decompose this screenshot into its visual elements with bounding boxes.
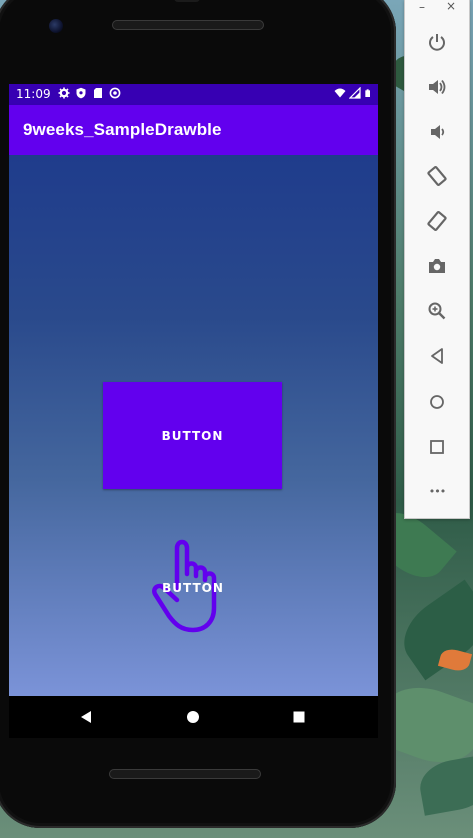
shield-icon	[76, 87, 86, 99]
back-icon	[81, 711, 91, 723]
power-icon	[429, 34, 445, 51]
primary-button[interactable]: BUTTON	[103, 382, 282, 489]
status-time: 11:09	[16, 87, 51, 101]
recents-icon	[293, 711, 305, 723]
volume-up-icon	[429, 79, 446, 95]
top-slot	[174, 0, 200, 2]
nav-home-button[interactable]	[183, 707, 203, 727]
close-button[interactable]: ×	[446, 0, 456, 13]
power-button[interactable]	[423, 28, 451, 56]
toolbar-overview-button[interactable]	[423, 433, 451, 461]
earpiece-speaker	[112, 20, 264, 30]
home-icon	[187, 711, 199, 723]
primary-button-label: BUTTON	[161, 428, 224, 443]
wifi-icon	[334, 88, 346, 98]
more-button[interactable]: •••	[423, 477, 451, 505]
app-bar: 9weeks_SampleDrawble	[9, 105, 378, 155]
volume-up-button[interactable]	[423, 73, 451, 101]
rotate-left-button[interactable]	[423, 162, 451, 190]
camera-icon	[429, 259, 445, 273]
volume-down-icon	[431, 125, 445, 139]
battery-icon	[365, 89, 370, 97]
nav-back-button[interactable]	[76, 707, 96, 727]
secondary-button-label: BUTTON	[162, 581, 224, 595]
zoom-button[interactable]	[423, 297, 451, 325]
main-content: BUTTON BUTTON	[9, 155, 378, 696]
bottom-speaker	[109, 769, 261, 779]
navigation-bar	[9, 696, 378, 738]
minimize-button[interactable]: –	[419, 0, 425, 14]
toolbar-home-button[interactable]	[423, 388, 451, 416]
overview-icon	[430, 440, 444, 454]
more-icon: •••	[428, 484, 446, 498]
zoom-icon	[428, 302, 446, 320]
rotate-left-icon	[427, 165, 447, 187]
signal-icon	[349, 87, 361, 99]
emulator-toolbar: – × •••	[404, 0, 470, 519]
rotate-right-button[interactable]	[423, 207, 451, 235]
back-icon	[431, 348, 443, 364]
sync-icon	[109, 87, 121, 99]
app-title: 9weeks_SampleDrawble	[23, 120, 222, 139]
front-camera	[49, 19, 63, 33]
screenshot-button[interactable]	[423, 252, 451, 280]
rotate-right-icon	[427, 210, 447, 232]
sd-card-icon	[94, 88, 102, 98]
status-bar: 11:09	[9, 84, 378, 105]
hand-drawable-button[interactable]: BUTTON	[149, 538, 237, 638]
home-icon	[430, 395, 444, 409]
volume-down-button[interactable]	[423, 118, 451, 146]
settings-icon	[58, 87, 70, 99]
device-screen: 11:09 9weeks_SampleDrawble BUTTON BUTTON	[9, 84, 378, 738]
toolbar-back-button[interactable]	[423, 342, 451, 370]
status-icons-left	[58, 87, 121, 99]
status-icons-right	[334, 87, 372, 99]
nav-recents-button[interactable]	[289, 707, 309, 727]
